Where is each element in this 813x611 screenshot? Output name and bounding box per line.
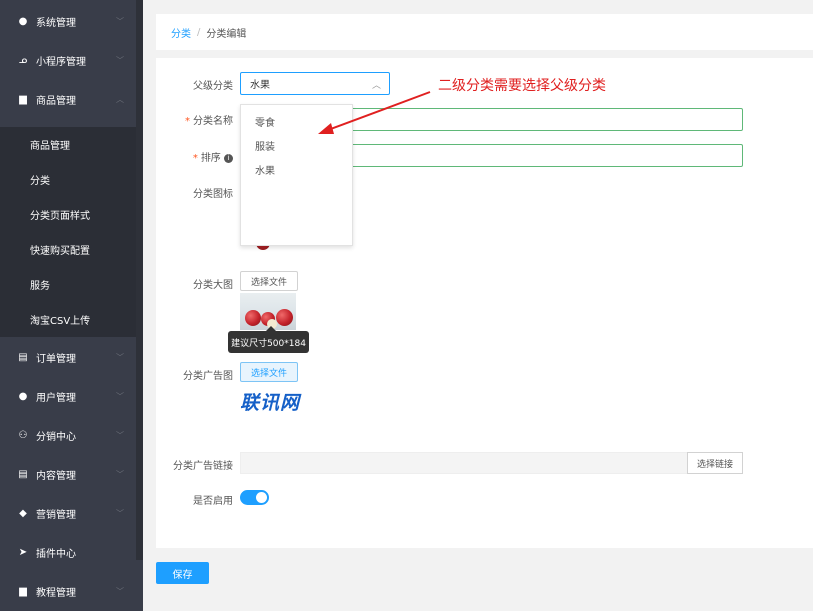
annotation-arrow-icon (318, 91, 431, 134)
